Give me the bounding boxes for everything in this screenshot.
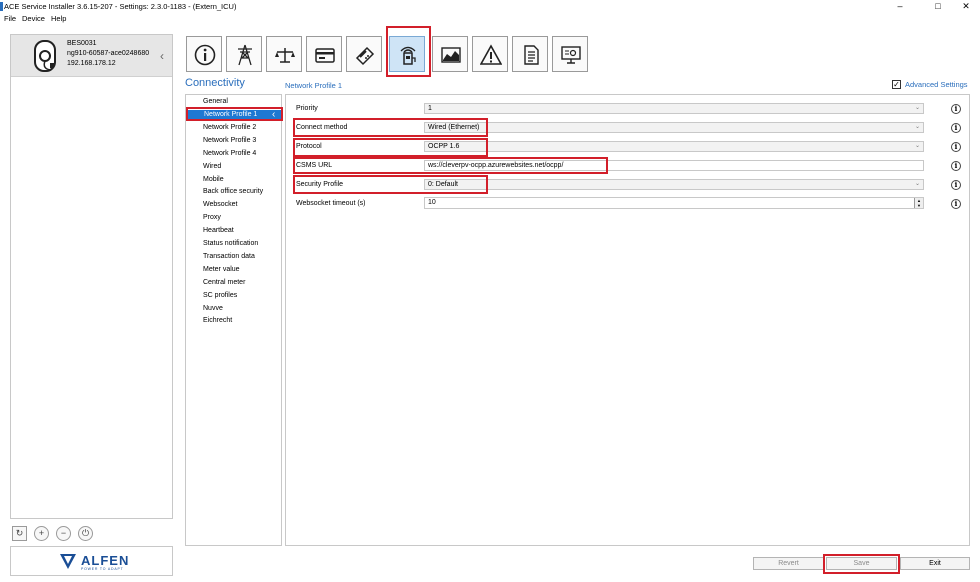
payment-terminal-icon bbox=[355, 46, 375, 66]
nav-mobile[interactable]: Mobile bbox=[203, 176, 224, 183]
nav-eichrecht[interactable]: Eichrecht bbox=[203, 317, 232, 324]
app-icon bbox=[0, 2, 3, 11]
settings-nav: General Network Profile 1 ‹ Network Prof… bbox=[185, 94, 282, 546]
chevron-down-icon: ⌄ bbox=[914, 143, 920, 149]
advanced-settings-label: Advanced Settings bbox=[905, 80, 968, 89]
info-icon bbox=[194, 44, 216, 66]
highlight-security-profile bbox=[293, 175, 488, 194]
card-reader-icon bbox=[315, 48, 335, 63]
security-profile-select[interactable]: 0: Default ⌄ bbox=[424, 179, 924, 190]
connect-method-info-icon[interactable]: i bbox=[951, 123, 961, 133]
toolbar-info-button[interactable] bbox=[186, 36, 222, 72]
nav-transaction-data[interactable]: Transaction data bbox=[203, 253, 255, 260]
warning-icon bbox=[480, 44, 502, 65]
exit-button[interactable]: Exit bbox=[900, 557, 970, 570]
logo-tagline: POWER TO ADAPT bbox=[81, 567, 124, 571]
toolbar-monitor-button[interactable] bbox=[552, 36, 588, 72]
menu-bar: File Device Help bbox=[0, 13, 980, 25]
nav-websocket[interactable]: Websocket bbox=[203, 201, 238, 208]
nav-general[interactable]: General bbox=[203, 98, 228, 105]
logo-name: ALFEN bbox=[81, 553, 130, 568]
nav-meter-value[interactable]: Meter value bbox=[203, 266, 240, 273]
toolbar-load-balance-button[interactable] bbox=[266, 36, 302, 72]
section-title: Connectivity bbox=[185, 77, 245, 89]
refresh-icon[interactable]: ↻ bbox=[12, 526, 27, 541]
document-icon bbox=[524, 45, 539, 65]
device-card[interactable]: BES0031 ng910-60587-ace0248680 192.168.1… bbox=[11, 35, 172, 77]
toolbar-chart-button[interactable] bbox=[432, 36, 468, 72]
priority-select[interactable]: 1 ⌄ bbox=[424, 103, 924, 114]
highlight-csms-url bbox=[293, 157, 608, 174]
maximize-button[interactable]: □ bbox=[924, 0, 952, 13]
toolbar-payment-button[interactable] bbox=[346, 36, 382, 72]
remove-icon[interactable]: − bbox=[56, 526, 71, 541]
device-id: ng910-60587-ace0248680 bbox=[67, 50, 150, 57]
websocket-timeout-label: Websocket timeout (s) bbox=[296, 200, 366, 207]
chevron-down-icon: ⌄ bbox=[914, 124, 920, 130]
highlight-connect-method bbox=[293, 118, 488, 137]
logo-area: ALFEN POWER TO ADAPT bbox=[10, 546, 173, 576]
toolbar-card-button[interactable] bbox=[306, 36, 342, 72]
websocket-timeout-value: 10 bbox=[428, 199, 436, 206]
nav-network-profile-2[interactable]: Network Profile 2 bbox=[203, 124, 256, 131]
nav-network-profile-4[interactable]: Network Profile 4 bbox=[203, 150, 256, 157]
toolbar-document-button[interactable] bbox=[512, 36, 548, 72]
websocket-timeout-info-icon[interactable]: i bbox=[951, 199, 961, 209]
websocket-timeout-stepper[interactable]: 10 ▲ ▼ bbox=[424, 197, 924, 209]
priority-label: Priority bbox=[296, 105, 318, 112]
priority-value: 1 bbox=[428, 105, 432, 112]
menu-help[interactable]: Help bbox=[51, 14, 66, 23]
nav-status-notification[interactable]: Status notification bbox=[203, 240, 258, 247]
chevron-down-icon: ⌄ bbox=[914, 181, 920, 187]
revert-button[interactable]: Revert bbox=[753, 557, 824, 570]
window-title: ACE Service Installer 3.6.15-207 - Setti… bbox=[4, 2, 237, 11]
device-list-panel: BES0031 ng910-60587-ace0248680 192.168.1… bbox=[10, 34, 173, 519]
toolbar-grid-button[interactable] bbox=[226, 36, 262, 72]
power-icon[interactable]: ⏻ bbox=[78, 526, 93, 541]
minimize-button[interactable]: – bbox=[886, 0, 914, 13]
nav-nuvve[interactable]: Nuvve bbox=[203, 305, 223, 312]
highlight-protocol bbox=[293, 138, 488, 157]
csms-url-info-icon[interactable]: i bbox=[951, 161, 961, 171]
add-icon[interactable]: + bbox=[34, 526, 49, 541]
device-name: BES0031 bbox=[67, 40, 97, 47]
highlight-save-button bbox=[823, 554, 900, 574]
nav-network-profile-3[interactable]: Network Profile 3 bbox=[203, 137, 256, 144]
chart-icon bbox=[441, 47, 461, 63]
balance-icon bbox=[275, 48, 295, 63]
highlight-nav-selected bbox=[186, 107, 283, 121]
title-bar: ACE Service Installer 3.6.15-207 - Setti… bbox=[0, 0, 980, 13]
protocol-select[interactable]: OCPP 1.6 ⌄ bbox=[424, 141, 924, 152]
advanced-settings-checkbox[interactable]: ✓ bbox=[892, 80, 901, 89]
security-profile-info-icon[interactable]: i bbox=[951, 180, 961, 190]
close-button[interactable]: ✕ bbox=[952, 0, 980, 13]
nav-back-office-security[interactable]: Back office security bbox=[203, 188, 263, 195]
stepper-down-icon[interactable]: ▼ bbox=[914, 203, 923, 208]
toolbar-warning-button[interactable] bbox=[472, 36, 508, 72]
monitor-settings-icon bbox=[561, 46, 581, 64]
chevron-down-icon: ⌄ bbox=[914, 105, 920, 111]
nav-heartbeat[interactable]: Heartbeat bbox=[203, 227, 234, 234]
nav-wired[interactable]: Wired bbox=[203, 163, 221, 170]
menu-file[interactable]: File bbox=[4, 14, 16, 23]
nav-sc-profiles[interactable]: SC profiles bbox=[203, 292, 237, 299]
alfen-logo-icon bbox=[60, 554, 76, 569]
menu-device[interactable]: Device bbox=[22, 14, 45, 23]
highlight-connectivity-tool bbox=[386, 26, 431, 77]
charger-icon bbox=[34, 40, 56, 72]
nav-central-meter[interactable]: Central meter bbox=[203, 279, 245, 286]
sub-title: Network Profile 1 bbox=[285, 81, 343, 90]
power-pylon-icon bbox=[238, 44, 252, 66]
connect-method-select[interactable]: Wired (Ethernet) ⌄ bbox=[424, 122, 924, 133]
protocol-info-icon[interactable]: i bbox=[951, 142, 961, 152]
priority-info-icon[interactable]: i bbox=[951, 104, 961, 114]
device-ip: 192.168.178.12 bbox=[67, 60, 116, 67]
collapse-arrow-icon[interactable]: ‹ bbox=[160, 49, 164, 63]
nav-proxy[interactable]: Proxy bbox=[203, 214, 221, 221]
